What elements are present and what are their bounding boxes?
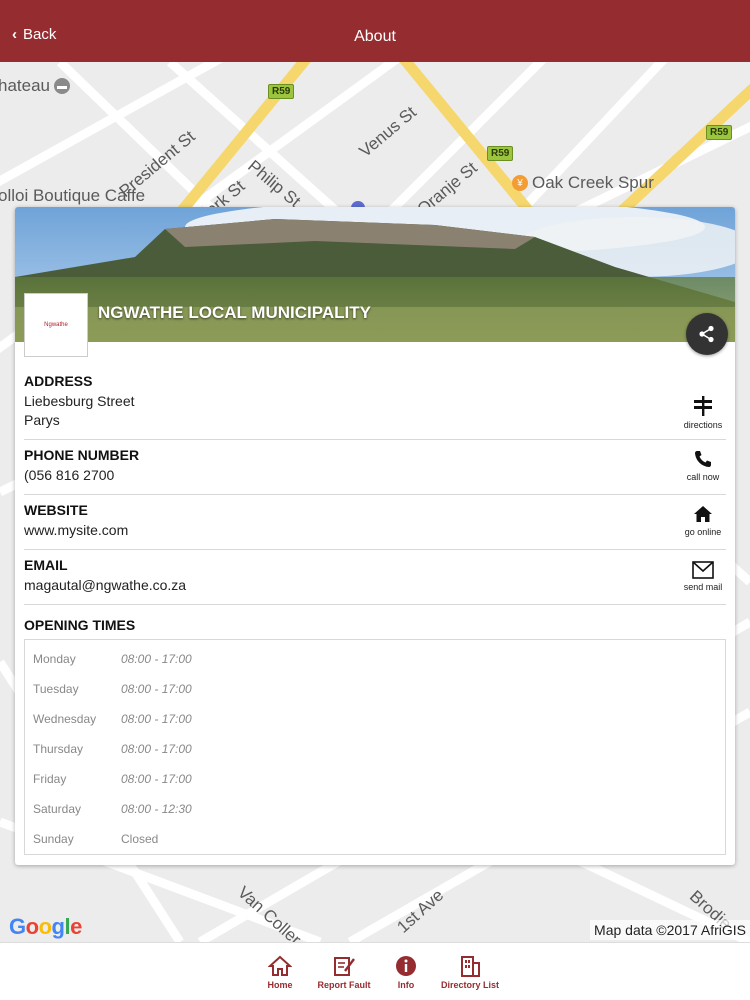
restaurant-icon: ¥ xyxy=(512,175,528,191)
nav-report-fault[interactable]: Report Fault xyxy=(314,955,374,990)
map-attribution: Map data ©2017 AfriGIS xyxy=(590,920,750,940)
opening-times-label: OPENING TIMES xyxy=(24,617,136,633)
hours-time: 08:00 - 17:00 xyxy=(121,682,192,696)
hours-day: Tuesday xyxy=(33,682,79,696)
map-poi-oak-creek[interactable]: ¥ Oak Creek Spur xyxy=(512,173,654,193)
directions-label: directions xyxy=(683,420,723,430)
hours-time: 08:00 - 17:00 xyxy=(121,712,192,726)
nav-info[interactable]: Info xyxy=(390,955,422,990)
hours-time: 08:00 - 17:00 xyxy=(121,772,192,786)
hours-day: Thursday xyxy=(33,742,84,756)
hours-day: Saturday xyxy=(33,802,82,816)
hours-row: Wednesday 08:00 - 17:00 xyxy=(33,712,192,726)
hero-image: NGWATHE LOCAL MUNICIPALITY xyxy=(15,207,735,342)
nav-report-label: Report Fault xyxy=(317,980,371,990)
go-online-button[interactable]: go online xyxy=(678,504,728,537)
hours-time: Closed xyxy=(121,832,159,846)
home-icon xyxy=(268,955,292,976)
info-icon xyxy=(396,956,416,976)
nav-directory-list[interactable]: Directory List xyxy=(438,955,502,990)
listing-name: NGWATHE LOCAL MUNICIPALITY xyxy=(98,303,371,322)
bottom-nav: Home Report Fault Info Directory List xyxy=(0,942,750,1000)
call-now-label: call now xyxy=(686,472,720,482)
website-section: WEBSITE www.mysite.com go online xyxy=(24,502,726,550)
hours-row: Tuesday 08:00 - 17:00 xyxy=(33,682,192,696)
call-now-button[interactable]: call now xyxy=(678,449,728,482)
hours-time: 08:00 - 17:00 xyxy=(121,742,192,756)
hours-day: Monday xyxy=(33,652,76,666)
directions-button[interactable]: directions xyxy=(678,395,728,430)
phone-section: PHONE NUMBER (056 816 2700 call now xyxy=(24,447,726,495)
hours-row: Sunday Closed xyxy=(33,832,158,846)
phone-label: PHONE NUMBER xyxy=(24,447,140,463)
address-label: ADDRESS xyxy=(24,373,93,389)
email-value[interactable]: magautal@ngwathe.co.za xyxy=(24,576,726,595)
listing-card: NGWATHE LOCAL MUNICIPALITY Ngwathe ADDRE… xyxy=(15,207,735,865)
website-label: WEBSITE xyxy=(24,502,88,518)
home-icon xyxy=(694,506,712,522)
share-icon xyxy=(699,325,714,343)
route-shield-2: R59 xyxy=(487,146,514,161)
hours-day: Wednesday xyxy=(33,712,97,726)
building-icon xyxy=(461,956,480,977)
route-shield-1: R59 xyxy=(268,84,295,99)
route-shield-3: R59 xyxy=(706,125,733,140)
hours-row: Monday 08:00 - 17:00 xyxy=(33,652,192,666)
address-section: ADDRESS Liebesburg Street Parys directio… xyxy=(24,373,726,440)
opening-times-table: Monday 08:00 - 17:00 Tuesday 08:00 - 17:… xyxy=(24,639,726,855)
nav-home[interactable]: Home xyxy=(262,955,298,990)
google-logo: Google xyxy=(9,914,82,939)
map-label-boutique: olloi Boutique Caffe xyxy=(0,186,146,205)
phone-value[interactable]: (056 816 2700 xyxy=(24,466,726,485)
hours-day: Friday xyxy=(33,772,67,786)
send-mail-button[interactable]: send mail xyxy=(678,561,728,592)
map-label-oak: Oak Creek Spur xyxy=(532,173,654,192)
hours-row: Friday 08:00 - 17:00 xyxy=(33,772,192,786)
nav-directory-label: Directory List xyxy=(440,980,500,990)
report-edit-icon xyxy=(334,957,355,976)
phone-icon xyxy=(695,451,711,467)
hours-row: Saturday 08:00 - 12:30 xyxy=(33,802,192,816)
website-value[interactable]: www.mysite.com xyxy=(24,521,726,540)
hotel-icon: ▬ xyxy=(54,78,70,94)
hours-row: Thursday 08:00 - 17:00 xyxy=(33,742,192,756)
hours-time: 08:00 - 12:30 xyxy=(121,802,192,816)
address-line-2: Parys xyxy=(24,412,60,428)
email-label: EMAIL xyxy=(24,557,68,573)
envelope-icon xyxy=(692,561,714,579)
signpost-icon xyxy=(694,396,712,416)
hours-day: Sunday xyxy=(33,832,74,846)
map-poi-chateau[interactable]: hateau ▬ xyxy=(0,76,70,96)
go-online-label: go online xyxy=(684,527,722,537)
page-title: About xyxy=(354,28,396,45)
email-section: EMAIL magautal@ngwathe.co.za send mail xyxy=(24,557,726,605)
nav-info-label: Info xyxy=(397,980,415,990)
address-line-1: Liebesburg Street xyxy=(24,393,135,409)
send-mail-label: send mail xyxy=(683,582,723,592)
share-button[interactable] xyxy=(686,313,728,355)
top-bar: ‹ Back About xyxy=(0,0,750,62)
municipality-logo: Ngwathe xyxy=(24,293,88,357)
map-label-chateau: hateau xyxy=(0,76,50,95)
hours-time: 08:00 - 17:00 xyxy=(121,652,192,666)
nav-home-label: Home xyxy=(267,980,293,990)
